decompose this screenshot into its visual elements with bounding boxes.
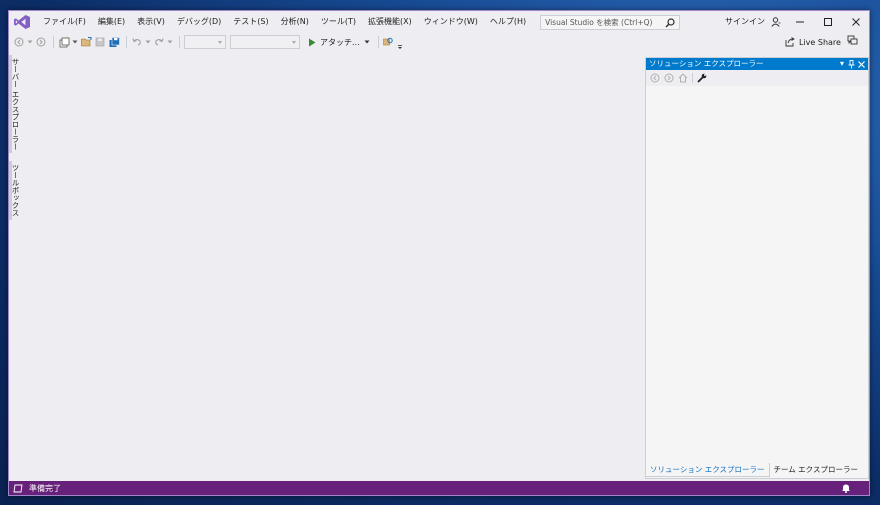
chevron-down-icon — [27, 40, 33, 44]
feedback-icon — [847, 35, 858, 45]
back-dropdown[interactable] — [27, 34, 33, 50]
chevron-down-icon — [218, 41, 222, 44]
chevron-down-icon — [145, 40, 151, 44]
toolbar-separator — [53, 36, 54, 48]
search-placeholder: Visual Studio を検索 (Ctrl+Q) — [545, 17, 653, 27]
user-icon[interactable] — [771, 17, 781, 27]
find-in-files-icon — [383, 37, 393, 45]
search-box[interactable]: Visual Studio を検索 (Ctrl+Q) — [540, 14, 681, 30]
redo-dropdown[interactable] — [167, 34, 173, 50]
open-file-button[interactable] — [80, 34, 92, 50]
close-icon — [852, 18, 860, 26]
solution-explorer-toolbar — [646, 70, 868, 86]
back-arrow-icon — [14, 37, 24, 47]
window-position-dropdown-icon[interactable]: ▾ — [840, 58, 844, 70]
main-menu: ファイル(F) 編集(E) 表示(V) デバッグ(D) テスト(S) 分析(N)… — [37, 11, 532, 33]
menu-test[interactable]: テスト(S) — [227, 11, 274, 33]
server-explorer-tab[interactable]: サーバー エクスプローラー — [9, 55, 21, 154]
open-folder-icon — [80, 37, 91, 47]
search-icon[interactable] — [665, 17, 675, 28]
save-icon — [95, 37, 105, 47]
home-icon[interactable] — [678, 73, 688, 83]
new-project-button[interactable] — [58, 34, 70, 50]
left-tool-tabs: サーバー エクスプローラー ツールボックス — [9, 55, 21, 228]
forward-icon[interactable] — [664, 73, 674, 83]
back-icon[interactable] — [650, 73, 660, 83]
solution-platform-combo[interactable] — [230, 35, 300, 49]
sign-in-area[interactable]: サインイン — [725, 11, 781, 33]
undo-dropdown[interactable] — [145, 34, 151, 50]
title-menu-bar: ファイル(F) 編集(E) 表示(V) デバッグ(D) テスト(S) 分析(N)… — [9, 11, 869, 33]
toolbar-overflow[interactable] — [397, 34, 403, 50]
menu-analyze[interactable]: 分析(N) — [275, 11, 315, 33]
menu-help[interactable]: ヘルプ(H) — [484, 11, 532, 33]
panel-close-icon[interactable] — [858, 58, 865, 68]
menu-extensions[interactable]: 拡張機能(X) — [362, 11, 418, 33]
solution-explorer-tree[interactable] — [646, 86, 868, 478]
feedback-button[interactable] — [847, 35, 858, 46]
chevron-down-icon — [364, 40, 370, 44]
visual-studio-window: ファイル(F) 編集(E) 表示(V) デバッグ(D) テスト(S) 分析(N)… — [8, 10, 870, 496]
editor-area[interactable] — [23, 53, 643, 481]
save-all-icon — [109, 36, 120, 47]
live-share-label: Live Share — [799, 37, 841, 47]
status-text: 準備完了 — [29, 483, 61, 493]
forward-arrow-icon — [36, 37, 46, 47]
solution-explorer-header[interactable]: ソリューション エクスプローラー ▾ — [646, 58, 868, 70]
save-all-button[interactable] — [108, 34, 120, 50]
undo-icon — [132, 38, 141, 46]
redo-button[interactable] — [153, 34, 165, 50]
undo-button[interactable] — [131, 34, 143, 50]
pin-icon[interactable] — [848, 58, 855, 69]
toolbar-separator — [179, 36, 180, 48]
new-project-icon — [59, 36, 69, 47]
solution-explorer-panel: ソリューション エクスプローラー ▾ — [645, 57, 869, 479]
navigate-forward-button[interactable] — [35, 34, 47, 50]
toolbar-separator — [377, 36, 379, 48]
menu-edit[interactable]: 編集(E) — [92, 11, 131, 33]
standard-toolbar: アタッチ... Live Share — [9, 33, 869, 51]
menu-file[interactable]: ファイル(F) — [37, 11, 92, 33]
visual-studio-logo-icon — [9, 11, 35, 33]
menu-window[interactable]: ウィンドウ(W) — [418, 11, 484, 33]
minimize-icon — [796, 21, 804, 23]
tab-solution-explorer[interactable]: ソリューション エクスプローラー — [645, 463, 770, 477]
chevron-down-icon — [72, 40, 78, 44]
toolbar-overflow-icon — [397, 45, 402, 49]
maximize-icon — [824, 18, 832, 26]
new-dropdown[interactable] — [72, 34, 78, 50]
close-button[interactable] — [841, 11, 871, 33]
solution-explorer-title: ソリューション エクスプローラー — [649, 59, 764, 68]
menu-tools[interactable]: ツール(T) — [315, 11, 362, 33]
live-share-icon — [785, 37, 795, 47]
attach-button[interactable]: アタッチ... — [304, 37, 374, 48]
status-bar: 準備完了 — [9, 481, 869, 495]
menu-view[interactable]: 表示(V) — [131, 11, 171, 33]
live-share-button[interactable]: Live Share — [785, 33, 841, 51]
panel-bottom-tabs: ソリューション エクスプローラー チーム エクスプローラー — [645, 463, 862, 477]
save-button[interactable] — [94, 34, 106, 50]
minimize-button[interactable] — [785, 11, 815, 33]
attach-label: アタッチ... — [320, 37, 360, 47]
chevron-down-icon — [292, 41, 296, 44]
toolbar-separator — [692, 73, 693, 83]
properties-wrench-icon[interactable] — [697, 73, 707, 83]
chevron-down-icon — [167, 40, 173, 44]
toolbox-tab[interactable]: ツールボックス — [9, 161, 21, 220]
tab-team-explorer[interactable]: チーム エクスプローラー — [770, 463, 862, 477]
navigate-back-button[interactable] — [13, 34, 25, 50]
redo-icon — [155, 38, 164, 46]
output-window-icon[interactable] — [13, 484, 23, 493]
toolbar-separator — [126, 36, 127, 48]
solution-configuration-combo[interactable] — [184, 35, 226, 49]
play-icon — [309, 38, 316, 46]
find-in-files-button[interactable] — [383, 34, 395, 50]
menu-debug[interactable]: デバッグ(D) — [171, 11, 227, 33]
maximize-button[interactable] — [813, 11, 843, 33]
notifications-bell-icon[interactable] — [841, 483, 851, 493]
sign-in-label[interactable]: サインイン — [725, 11, 765, 33]
